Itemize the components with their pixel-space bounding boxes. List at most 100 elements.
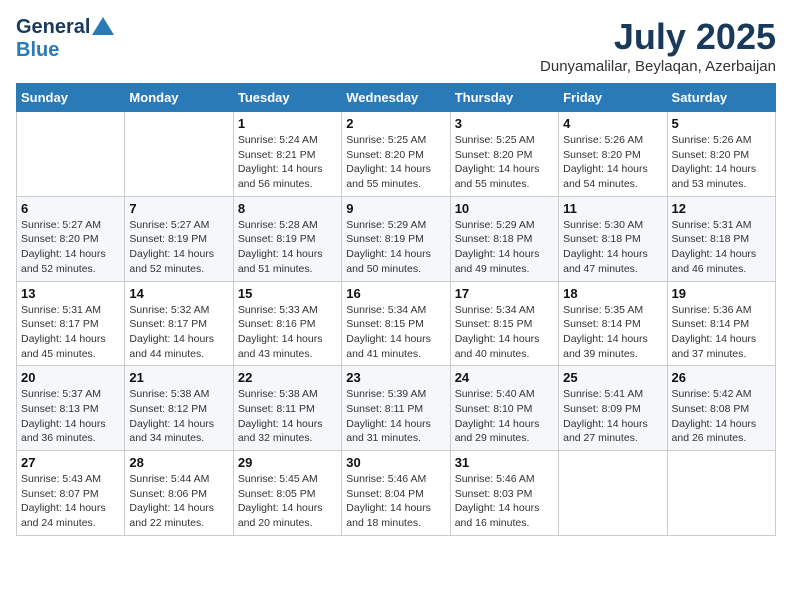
day-number: 31 xyxy=(455,455,554,470)
day-info: Sunrise: 5:26 AM Sunset: 8:20 PM Dayligh… xyxy=(563,133,662,192)
day-info: Sunrise: 5:34 AM Sunset: 8:15 PM Dayligh… xyxy=(455,303,554,362)
day-info: Sunrise: 5:25 AM Sunset: 8:20 PM Dayligh… xyxy=(455,133,554,192)
day-cell: 6 Sunrise: 5:27 AM Sunset: 8:20 PM Daylig… xyxy=(17,196,125,281)
day-info: Sunrise: 5:28 AM Sunset: 8:19 PM Dayligh… xyxy=(238,218,337,277)
col-friday: Friday xyxy=(559,84,667,112)
day-cell: 15 Sunrise: 5:33 AM Sunset: 8:16 PM Dayli… xyxy=(233,281,341,366)
day-cell: 30Sunrise: 5:46 AM Sunset: 8:04 PM Dayli… xyxy=(342,451,450,536)
day-number: 27 xyxy=(21,455,120,470)
day-cell: 21 Sunrise: 5:38 AM Sunset: 8:12 PM Dayli… xyxy=(125,366,233,451)
day-cell: 8Sunrise: 5:28 AM Sunset: 8:19 PM Daylig… xyxy=(233,196,341,281)
day-info: Sunrise: 5:34 AM Sunset: 8:15 PM Dayligh… xyxy=(346,303,445,362)
day-cell: 4 Sunrise: 5:26 AM Sunset: 8:20 PM Daylig… xyxy=(559,112,667,197)
day-cell: 17 Sunrise: 5:34 AM Sunset: 8:15 PM Dayli… xyxy=(450,281,558,366)
day-number: 22 xyxy=(238,370,337,385)
day-number: 12 xyxy=(672,201,771,216)
day-cell: 18 Sunrise: 5:35 AM Sunset: 8:14 PM Dayli… xyxy=(559,281,667,366)
day-number: 25 xyxy=(563,370,662,385)
day-cell: 16Sunrise: 5:34 AM Sunset: 8:15 PM Dayli… xyxy=(342,281,450,366)
day-number: 2 xyxy=(346,116,445,131)
day-number: 20 xyxy=(21,370,120,385)
day-number: 18 xyxy=(563,286,662,301)
week-row-1: 6 Sunrise: 5:27 AM Sunset: 8:20 PM Daylig… xyxy=(17,196,776,281)
week-row-0: 1 Sunrise: 5:24 AM Sunset: 8:21 PM Daylig… xyxy=(17,112,776,197)
day-cell: 14 Sunrise: 5:32 AM Sunset: 8:17 PM Dayli… xyxy=(125,281,233,366)
day-cell: 5Sunrise: 5:26 AM Sunset: 8:20 PM Daylig… xyxy=(667,112,775,197)
day-number: 6 xyxy=(21,201,120,216)
day-number: 26 xyxy=(672,370,771,385)
logo: General Blue xyxy=(16,16,114,62)
day-cell: 13 Sunrise: 5:31 AM Sunset: 8:17 PM Dayli… xyxy=(17,281,125,366)
header: General Blue July 2025 Dunyamalilar, Bey… xyxy=(16,16,776,75)
day-info: Sunrise: 5:38 AM Sunset: 8:12 PM Dayligh… xyxy=(129,387,228,446)
day-cell: 25 Sunrise: 5:41 AM Sunset: 8:09 PM Dayli… xyxy=(559,366,667,451)
day-info: Sunrise: 5:43 AM Sunset: 8:07 PM Dayligh… xyxy=(21,472,120,531)
day-info: Sunrise: 5:33 AM Sunset: 8:16 PM Dayligh… xyxy=(238,303,337,362)
col-thursday: Thursday xyxy=(450,84,558,112)
location-title: Dunyamalilar, Beylaqan, Azerbaijan xyxy=(540,58,776,75)
day-info: Sunrise: 5:29 AM Sunset: 8:18 PM Dayligh… xyxy=(455,218,554,277)
week-row-4: 27 Sunrise: 5:43 AM Sunset: 8:07 PM Dayli… xyxy=(17,451,776,536)
day-cell: 12 Sunrise: 5:31 AM Sunset: 8:18 PM Dayli… xyxy=(667,196,775,281)
day-number: 23 xyxy=(346,370,445,385)
day-number: 4 xyxy=(563,116,662,131)
week-row-2: 13 Sunrise: 5:31 AM Sunset: 8:17 PM Dayli… xyxy=(17,281,776,366)
logo-triangle-icon xyxy=(92,17,114,35)
day-cell xyxy=(17,112,125,197)
week-row-3: 20 Sunrise: 5:37 AM Sunset: 8:13 PM Dayli… xyxy=(17,366,776,451)
day-info: Sunrise: 5:46 AM Sunset: 8:04 PM Dayligh… xyxy=(346,472,445,531)
day-number: 17 xyxy=(455,286,554,301)
day-info: Sunrise: 5:30 AM Sunset: 8:18 PM Dayligh… xyxy=(563,218,662,277)
day-info: Sunrise: 5:37 AM Sunset: 8:13 PM Dayligh… xyxy=(21,387,120,446)
day-number: 3 xyxy=(455,116,554,131)
logo-blue: Blue xyxy=(16,39,59,62)
day-cell: 29Sunrise: 5:45 AM Sunset: 8:05 PM Dayli… xyxy=(233,451,341,536)
day-info: Sunrise: 5:39 AM Sunset: 8:11 PM Dayligh… xyxy=(346,387,445,446)
day-info: Sunrise: 5:36 AM Sunset: 8:14 PM Dayligh… xyxy=(672,303,771,362)
day-info: Sunrise: 5:32 AM Sunset: 8:17 PM Dayligh… xyxy=(129,303,228,362)
day-cell: 11Sunrise: 5:30 AM Sunset: 8:18 PM Dayli… xyxy=(559,196,667,281)
day-number: 1 xyxy=(238,116,337,131)
day-cell: 20 Sunrise: 5:37 AM Sunset: 8:13 PM Dayli… xyxy=(17,366,125,451)
day-number: 21 xyxy=(129,370,228,385)
day-number: 28 xyxy=(129,455,228,470)
day-cell: 27 Sunrise: 5:43 AM Sunset: 8:07 PM Dayli… xyxy=(17,451,125,536)
day-number: 29 xyxy=(238,455,337,470)
day-cell: 1 Sunrise: 5:24 AM Sunset: 8:21 PM Daylig… xyxy=(233,112,341,197)
day-number: 9 xyxy=(346,201,445,216)
day-info: Sunrise: 5:26 AM Sunset: 8:20 PM Dayligh… xyxy=(672,133,771,192)
day-info: Sunrise: 5:31 AM Sunset: 8:18 PM Dayligh… xyxy=(672,218,771,277)
day-info: Sunrise: 5:27 AM Sunset: 8:19 PM Dayligh… xyxy=(129,218,228,277)
day-info: Sunrise: 5:35 AM Sunset: 8:14 PM Dayligh… xyxy=(563,303,662,362)
day-info: Sunrise: 5:41 AM Sunset: 8:09 PM Dayligh… xyxy=(563,387,662,446)
day-info: Sunrise: 5:25 AM Sunset: 8:20 PM Dayligh… xyxy=(346,133,445,192)
day-cell: 7 Sunrise: 5:27 AM Sunset: 8:19 PM Daylig… xyxy=(125,196,233,281)
calendar: SundayMondayTuesdayWednesdayThursdayFrid… xyxy=(16,83,776,536)
day-info: Sunrise: 5:38 AM Sunset: 8:11 PM Dayligh… xyxy=(238,387,337,446)
col-monday: Monday xyxy=(125,84,233,112)
day-cell: 19 Sunrise: 5:36 AM Sunset: 8:14 PM Dayli… xyxy=(667,281,775,366)
month-title: July 2025 xyxy=(540,16,776,58)
title-area: July 2025 Dunyamalilar, Beylaqan, Azerba… xyxy=(540,16,776,75)
day-cell: 28Sunrise: 5:44 AM Sunset: 8:06 PM Dayli… xyxy=(125,451,233,536)
calendar-header-row: SundayMondayTuesdayWednesdayThursdayFrid… xyxy=(17,84,776,112)
day-info: Sunrise: 5:31 AM Sunset: 8:17 PM Dayligh… xyxy=(21,303,120,362)
day-number: 13 xyxy=(21,286,120,301)
col-tuesday: Tuesday xyxy=(233,84,341,112)
day-cell: 2 Sunrise: 5:25 AM Sunset: 8:20 PM Daylig… xyxy=(342,112,450,197)
day-info: Sunrise: 5:42 AM Sunset: 8:08 PM Dayligh… xyxy=(672,387,771,446)
day-cell xyxy=(559,451,667,536)
day-number: 19 xyxy=(672,286,771,301)
day-cell: 9Sunrise: 5:29 AM Sunset: 8:19 PM Daylig… xyxy=(342,196,450,281)
day-number: 14 xyxy=(129,286,228,301)
day-info: Sunrise: 5:40 AM Sunset: 8:10 PM Dayligh… xyxy=(455,387,554,446)
logo-general: General xyxy=(16,16,90,39)
day-cell xyxy=(125,112,233,197)
day-number: 15 xyxy=(238,286,337,301)
day-info: Sunrise: 5:24 AM Sunset: 8:21 PM Dayligh… xyxy=(238,133,337,192)
day-number: 7 xyxy=(129,201,228,216)
day-info: Sunrise: 5:27 AM Sunset: 8:20 PM Dayligh… xyxy=(21,218,120,277)
calendar-body: 1 Sunrise: 5:24 AM Sunset: 8:21 PM Daylig… xyxy=(17,112,776,536)
col-wednesday: Wednesday xyxy=(342,84,450,112)
day-cell: 22 Sunrise: 5:38 AM Sunset: 8:11 PM Dayli… xyxy=(233,366,341,451)
